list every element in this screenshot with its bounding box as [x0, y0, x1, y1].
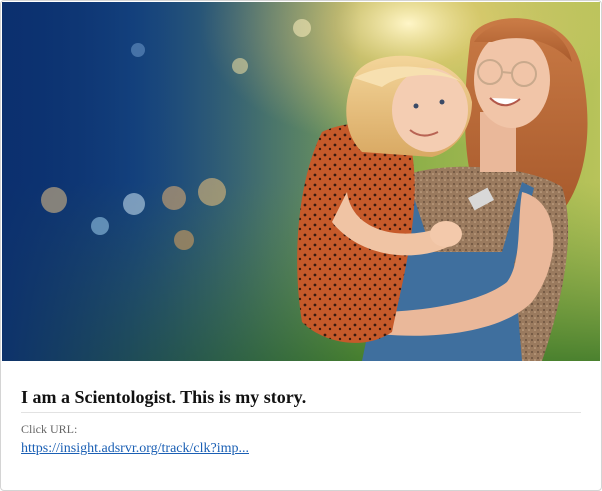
ad-headline: I am a Scientologist. This is my story. — [21, 385, 581, 413]
ad-body: I am a Scientologist. This is my story. … — [21, 385, 581, 458]
ad-card: I am a Scientologist. This is my story. … — [0, 0, 602, 491]
mother-daughter-photo-icon — [2, 2, 600, 361]
ad-hero-image[interactable] — [2, 2, 600, 361]
click-url-link[interactable]: https://insight.adsrvr.org/track/clk?imp… — [21, 440, 249, 458]
click-url-label: Click URL: — [21, 422, 78, 436]
